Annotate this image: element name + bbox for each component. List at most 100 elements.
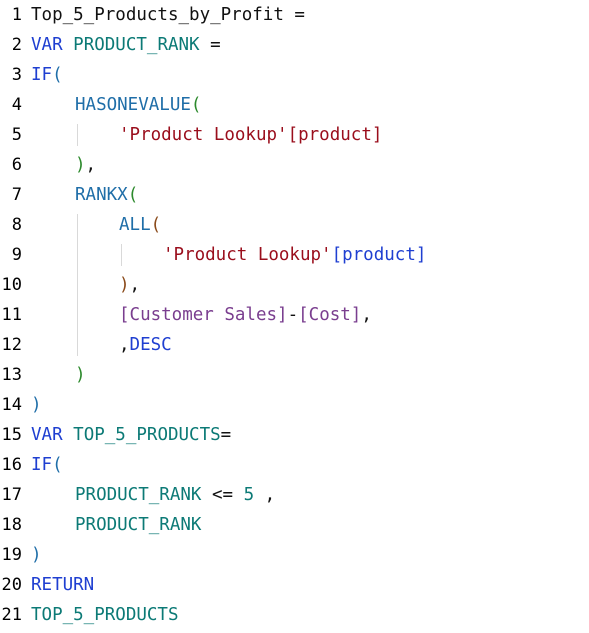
indent-guide bbox=[77, 214, 78, 356]
code-token: ) bbox=[75, 365, 86, 385]
code-line[interactable]: 10), bbox=[0, 270, 589, 300]
code-text[interactable]: ALL( bbox=[119, 210, 161, 240]
code-token: IF bbox=[31, 455, 53, 475]
code-line[interactable]: 5 'Product Lookup'[product] bbox=[0, 120, 589, 150]
code-text[interactable]: ,DESC bbox=[119, 330, 172, 360]
line-number: 19 bbox=[1, 545, 22, 565]
code-token: PRODUCT_RANK bbox=[75, 515, 202, 535]
code-token: ( bbox=[190, 95, 202, 115]
line-number: 2 bbox=[11, 35, 22, 55]
code-text[interactable]: RANKX( bbox=[75, 180, 138, 210]
code-line[interactable]: 21 TOP_5_PRODUCTS bbox=[0, 600, 589, 630]
code-token: , bbox=[254, 485, 276, 505]
line-number: 3 bbox=[11, 65, 22, 85]
code-token: TOP_5_PRODUCTS bbox=[31, 605, 179, 625]
code-text[interactable]: ) bbox=[31, 390, 42, 420]
line-number: 1 bbox=[11, 5, 22, 25]
code-token: TOP_5_PRODUCTS bbox=[73, 425, 221, 445]
code-text[interactable]: PRODUCT_RANK <= 5 , bbox=[75, 480, 275, 510]
code-token: PRODUCT_RANK bbox=[73, 35, 200, 55]
code-text[interactable]: IF( bbox=[31, 60, 63, 90]
dax-code-editor[interactable]: 1 Top_5_Products_by_Profit = 2 VAR PRODUCT_… bbox=[0, 0, 589, 633]
code-line[interactable]: 18 PRODUCT_RANK bbox=[0, 510, 589, 540]
code-line[interactable]: 16 IF( bbox=[0, 450, 589, 480]
code-token: ) bbox=[75, 155, 86, 175]
code-token: , bbox=[119, 335, 130, 355]
code-line[interactable]: 4 HASONEVALUE( bbox=[0, 90, 589, 120]
code-text[interactable]: HASONEVALUE( bbox=[75, 90, 201, 120]
code-token: RANKX bbox=[75, 185, 128, 205]
code-line[interactable]: 17 PRODUCT_RANK <= 5 , bbox=[0, 480, 589, 510]
code-text[interactable]: PRODUCT_RANK bbox=[75, 510, 201, 540]
code-text[interactable]: IF( bbox=[31, 450, 63, 480]
code-token: ) bbox=[31, 545, 42, 565]
code-token: ( bbox=[150, 215, 162, 235]
code-text[interactable]: ) bbox=[31, 540, 42, 570]
code-token: ) bbox=[31, 395, 42, 415]
code-line[interactable]: 1 Top_5_Products_by_Profit = bbox=[0, 0, 589, 30]
code-token: DESC bbox=[129, 335, 172, 355]
code-line[interactable]: 19) bbox=[0, 540, 589, 570]
code-token: = bbox=[294, 5, 305, 25]
code-token: ( bbox=[52, 455, 63, 475]
code-token: [Cost] bbox=[298, 305, 362, 325]
indent-guide bbox=[77, 124, 78, 146]
line-number: 17 bbox=[1, 485, 22, 505]
code-line[interactable]: 20 RETURN bbox=[0, 570, 589, 600]
code-text[interactable]: 'Product Lookup'[product] bbox=[119, 120, 382, 150]
line-number: 8 bbox=[11, 215, 22, 235]
code-line[interactable]: 6), bbox=[0, 150, 589, 180]
code-token: , bbox=[361, 305, 372, 325]
line-number: 16 bbox=[1, 455, 22, 475]
line-number: 14 bbox=[1, 395, 22, 415]
code-token: Top_5_Products_by_Profit bbox=[31, 5, 295, 25]
code-line[interactable]: 11 [Customer Sales]-[Cost], bbox=[0, 300, 589, 330]
code-token: PRODUCT_RANK bbox=[75, 485, 202, 505]
line-number: 6 bbox=[11, 155, 22, 175]
code-line[interactable]: 14) bbox=[0, 390, 589, 420]
code-line[interactable]: 2 VAR PRODUCT_RANK = bbox=[0, 30, 589, 60]
code-token: ( bbox=[127, 185, 139, 205]
code-token: = bbox=[199, 35, 221, 55]
code-line[interactable]: 12 ,DESC bbox=[0, 330, 589, 360]
code-text[interactable]: VAR PRODUCT_RANK = bbox=[31, 30, 221, 60]
code-token: 5 bbox=[243, 485, 255, 505]
line-number: 5 bbox=[11, 125, 22, 145]
code-text[interactable]: [Customer Sales]-[Cost], bbox=[119, 300, 372, 330]
line-number: 13 bbox=[1, 365, 22, 385]
code-text[interactable]: Top_5_Products_by_Profit = bbox=[31, 0, 305, 30]
code-line[interactable]: 15 VAR TOP_5_PRODUCTS= bbox=[0, 420, 589, 450]
line-number: 15 bbox=[1, 425, 22, 445]
code-text[interactable]: TOP_5_PRODUCTS bbox=[31, 600, 179, 630]
code-token: [product] bbox=[331, 245, 427, 265]
code-text[interactable]: RETURN bbox=[31, 570, 94, 600]
line-number: 7 bbox=[11, 185, 22, 205]
code-text[interactable]: ), bbox=[119, 270, 140, 300]
code-line[interactable]: 3 IF( bbox=[0, 60, 589, 90]
code-line[interactable]: 9 'Product Lookup'[product] bbox=[0, 240, 589, 270]
code-token: 'Product Lookup' bbox=[163, 245, 332, 265]
code-token: 'Product Lookup' bbox=[119, 125, 288, 145]
line-number: 11 bbox=[1, 305, 22, 325]
code-line[interactable]: 8 ALL( bbox=[0, 210, 589, 240]
line-number: 21 bbox=[1, 605, 22, 625]
line-number: 12 bbox=[1, 335, 22, 355]
code-token: <= bbox=[201, 485, 244, 505]
code-line[interactable]: 13) bbox=[0, 360, 589, 390]
code-token: = bbox=[220, 425, 232, 445]
code-token: HASONEVALUE bbox=[75, 95, 191, 115]
indent-guide bbox=[121, 244, 122, 266]
code-token: IF bbox=[31, 65, 53, 85]
code-text[interactable]: 'Product Lookup'[product] bbox=[163, 240, 426, 270]
code-text[interactable]: ) bbox=[75, 360, 86, 390]
line-number: 4 bbox=[11, 95, 22, 115]
line-number: 20 bbox=[1, 575, 22, 595]
code-text[interactable]: ), bbox=[75, 150, 96, 180]
code-token: ALL bbox=[119, 215, 151, 235]
code-token: VAR bbox=[31, 35, 74, 55]
code-text[interactable]: VAR TOP_5_PRODUCTS= bbox=[31, 420, 231, 450]
code-line[interactable]: 7 RANKX( bbox=[0, 180, 589, 210]
line-number: 10 bbox=[1, 275, 22, 295]
code-token: ( bbox=[52, 65, 63, 85]
code-token: [product] bbox=[287, 125, 383, 145]
